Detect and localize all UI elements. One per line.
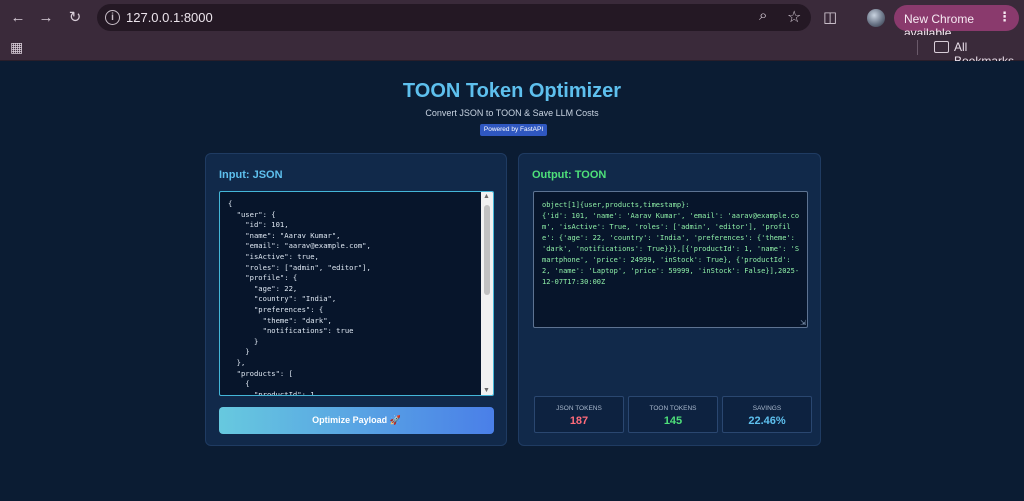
new-chrome-available-button[interactable]: New Chrome available ⋮ [894,5,1019,40]
json-tokens-label: JSON TOKENS [556,405,602,412]
input-heading: Input: JSON [219,169,283,181]
scroll-thumb[interactable] [484,205,490,295]
page-subtitle: Convert JSON to TOON & Save LLM Costs [425,108,599,118]
fastapi-badge: Powered by FastAPI [480,124,547,136]
page-title: TOON Token Optimizer [402,80,622,102]
profile-avatar[interactable] [867,9,885,27]
json-input-text[interactable]: { "user": { "id": 101, "name": "Aarav Ku… [228,199,371,395]
extensions-icon[interactable]: ◫ [823,8,837,26]
optimize-payload-button[interactable]: Optimize Payload 🚀 [219,407,494,434]
toon-output-text[interactable]: object[1]{user,products,timestamp}: {'id… [542,200,802,288]
json-input-textarea[interactable]: { "user": { "id": 101, "name": "Aarav Ku… [219,191,494,396]
savings-value: 22.46% [748,415,786,427]
toon-tokens-label: TOON TOKENS [649,405,697,412]
scroll-up-icon[interactable]: ▲ [483,193,490,200]
toon-tokens-value: 145 [663,415,683,427]
browser-toolbar: ← → ↻ i 127.0.0.1:8000 ⌕ ☆ ◫ New Chrome … [0,0,1024,40]
toon-output-textarea[interactable]: object[1]{user,products,timestamp}: {'id… [533,191,808,328]
bookmark-star-icon[interactable]: ☆ [787,7,801,27]
savings-stat: SAVINGS 22.46% [722,396,812,433]
kebab-menu-icon[interactable]: ⋮ [998,9,1011,25]
apps-grid-icon[interactable]: ▦ [10,39,23,56]
json-input-scrollbar[interactable]: ▲ ▼ [481,192,493,395]
input-panel: Input: JSON { "user": { "id": 101, "name… [205,153,507,446]
reload-icon[interactable]: ↻ [64,7,86,29]
url-text[interactable]: 127.0.0.1:8000 [126,10,213,25]
output-heading: Output: TOON [532,169,607,181]
bookmarks-bar: ▦ All Bookmarks [0,35,1024,68]
json-tokens-stat: JSON TOKENS 187 [534,396,624,433]
output-panel: Output: TOON object[1]{user,products,tim… [518,153,821,446]
bookmarks-divider [917,40,918,55]
resize-grip-icon[interactable]: ⇲ [800,319,806,327]
app-page: TOON Token Optimizer Convert JSON to TOO… [0,61,1024,501]
folder-icon[interactable] [934,41,949,53]
json-tokens-value: 187 [569,415,589,427]
scroll-down-icon[interactable]: ▼ [483,387,490,394]
forward-icon[interactable]: → [35,7,57,29]
address-bar[interactable]: i 127.0.0.1:8000 ⌕ ☆ [97,4,811,31]
zoom-icon[interactable]: ⌕ [759,7,767,24]
back-icon[interactable]: ← [7,7,29,29]
site-info-icon[interactable]: i [105,10,120,25]
toon-tokens-stat: TOON TOKENS 145 [628,396,718,433]
savings-label: SAVINGS [752,405,782,412]
